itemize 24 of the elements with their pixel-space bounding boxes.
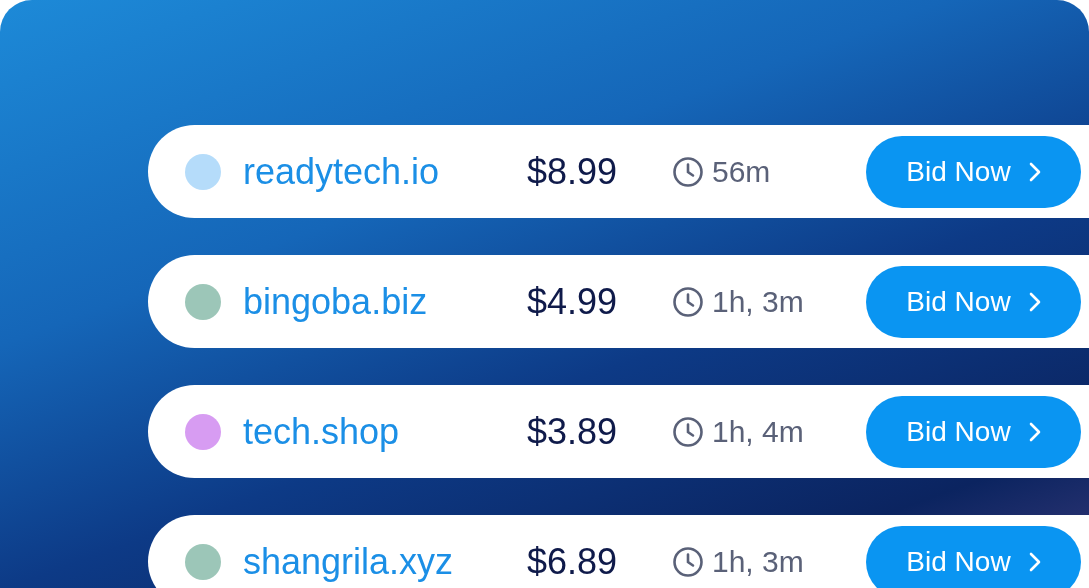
price: $4.99	[527, 279, 619, 324]
clock-icon	[672, 415, 704, 448]
clock-icon	[672, 545, 704, 578]
domain-name: tech.shop	[243, 409, 401, 454]
domain-name: readytech.io	[243, 149, 441, 194]
domain-name: shangrila.xyz	[243, 539, 455, 584]
time-remaining: 1h, 4m	[712, 414, 804, 450]
bid-button[interactable]: Bid Now	[866, 265, 1081, 338]
bid-button[interactable]: Bid Now	[866, 135, 1081, 208]
time-remaining: 1h, 3m	[712, 284, 804, 320]
price: $8.99	[527, 149, 619, 194]
chevron-right-icon	[1028, 551, 1041, 572]
price: $6.89	[527, 539, 619, 584]
time-remaining: 56m	[712, 154, 771, 190]
clock-icon	[672, 155, 704, 188]
chevron-right-icon	[1028, 421, 1041, 442]
time-remaining: 1h, 3m	[712, 544, 804, 580]
chevron-right-icon	[1028, 161, 1041, 182]
price: $3.89	[527, 409, 619, 454]
chevron-right-icon	[1028, 291, 1041, 312]
clock-icon	[672, 285, 704, 318]
domain-name: bingoba.biz	[243, 279, 429, 324]
bid-button[interactable]: Bid Now	[866, 395, 1081, 468]
bid-button[interactable]: Bid Now	[866, 525, 1081, 588]
